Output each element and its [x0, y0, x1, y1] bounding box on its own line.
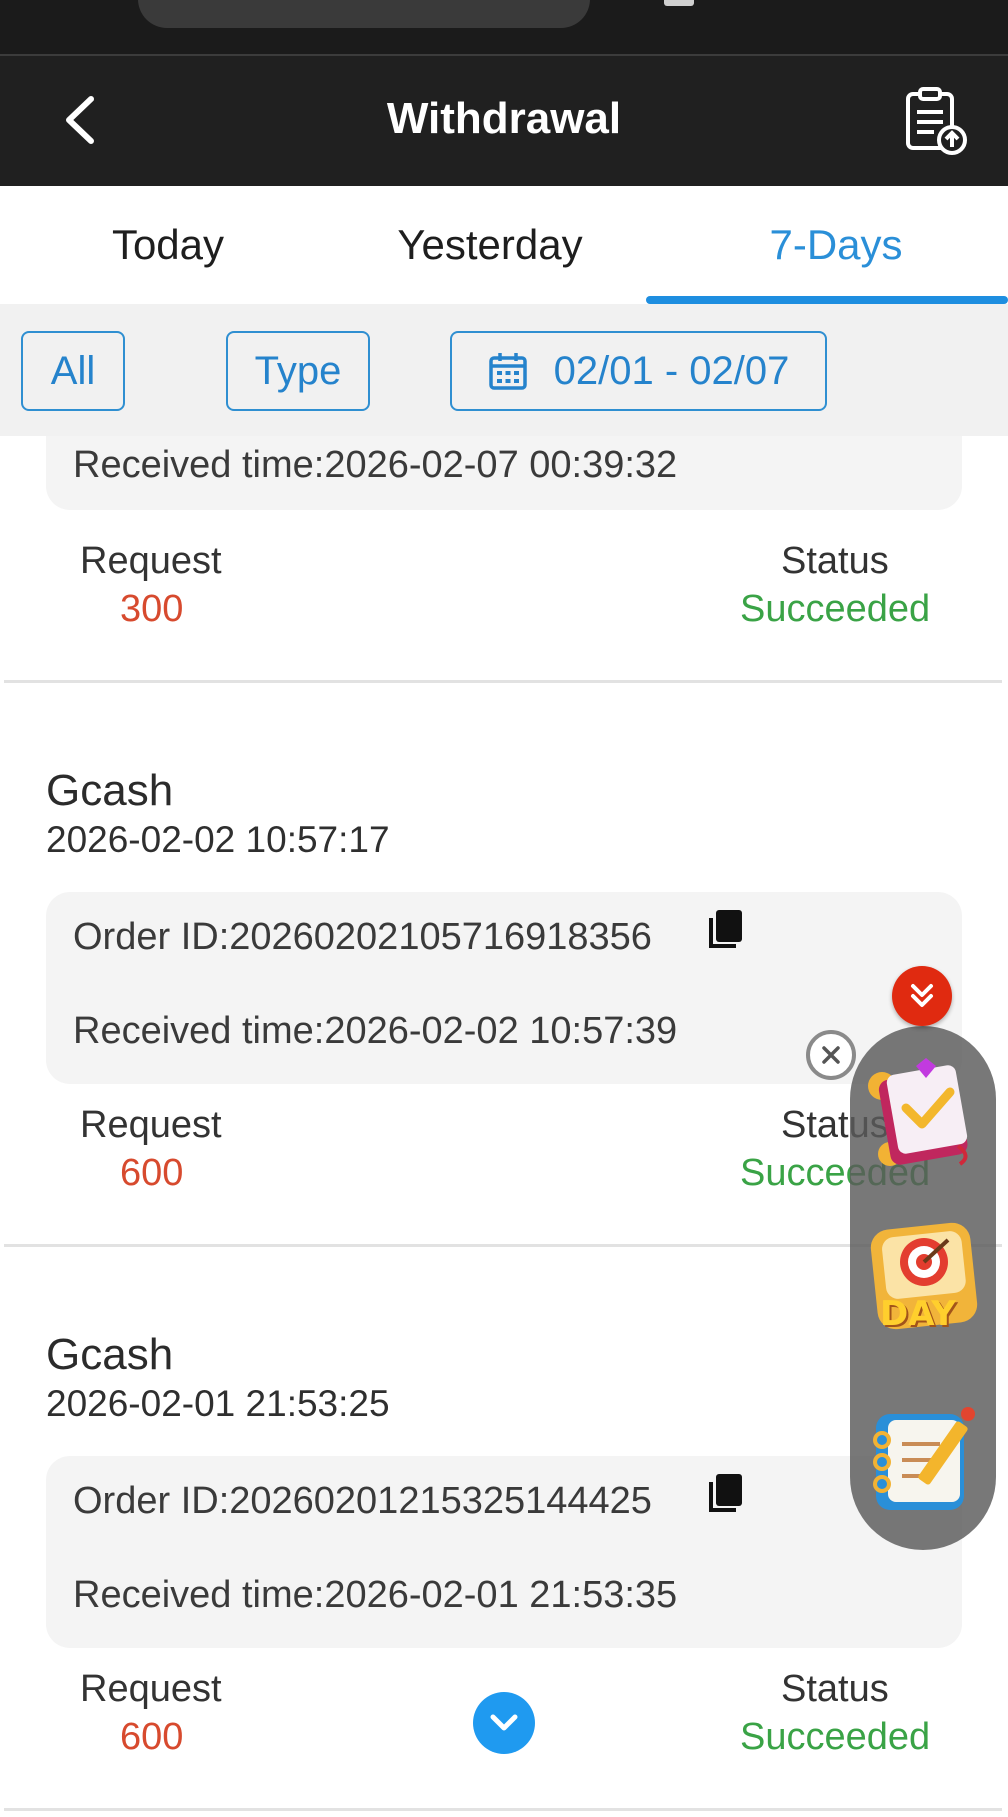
scroll-down-button[interactable]: [473, 1692, 535, 1754]
request-amount: 600: [120, 1152, 184, 1194]
record-detail-box: Received time:2026-02-07 00:39:32: [46, 436, 962, 510]
task-checklist-promo[interactable]: [862, 1050, 986, 1174]
status-indicator: [664, 0, 694, 6]
page-title: Withdrawal: [386, 94, 622, 143]
close-panel-button[interactable]: [806, 1030, 856, 1080]
record-detail-box: Order ID:20260201215325144425 Received t…: [46, 1456, 962, 1648]
status-bar: [0, 0, 1008, 54]
close-icon: [822, 1046, 840, 1064]
received-time: Received time:2026-02-02 10:57:39: [73, 1010, 678, 1052]
status-value: Succeeded: [740, 1716, 931, 1758]
status-value: Succeeded: [740, 588, 931, 630]
filter-type-button[interactable]: Type: [226, 331, 370, 411]
received-time: Received time:2026-02-07 00:39:32: [73, 444, 678, 486]
double-chevron-down-icon: [911, 984, 933, 1007]
period-tabs: Today Yesterday 7-Days: [0, 186, 1008, 304]
payment-method: Gcash: [46, 1330, 174, 1379]
collapse-panel-button[interactable]: [892, 966, 952, 1026]
status-label: Status: [781, 540, 889, 582]
request-label: Request: [80, 540, 222, 582]
app-header: Withdrawal: [0, 54, 1008, 186]
date-range-label: 02/01 - 02/07: [553, 348, 790, 393]
notebook-pencil-icon: [873, 1407, 975, 1510]
divider: [4, 680, 1002, 683]
copy-icon[interactable]: [706, 1472, 746, 1514]
tab-today[interactable]: Today: [0, 186, 336, 304]
request-amount: 600: [120, 1716, 184, 1758]
order-id: Order ID:20260202105716918356: [73, 916, 652, 958]
request-label: Request: [80, 1104, 222, 1146]
request-amount: 300: [120, 588, 184, 630]
filter-bar: All Type 02/01 - 02/07: [0, 304, 1008, 436]
notes-promo[interactable]: [862, 1400, 986, 1524]
checklist-icon: [868, 1058, 968, 1166]
report-clipboard-icon: [906, 87, 967, 155]
tab-7-days[interactable]: 7-Days: [646, 186, 1008, 304]
tab-yesterday[interactable]: Yesterday: [322, 186, 658, 304]
request-label: Request: [80, 1668, 222, 1710]
chevron-down-icon: [490, 1714, 518, 1731]
status-label: Status: [781, 1668, 889, 1710]
date-range-button[interactable]: 02/01 - 02/07: [450, 331, 827, 411]
request-datetime: 2026-02-01 21:53:25: [46, 1383, 390, 1424]
received-time: Received time:2026-02-01 21:53:35: [73, 1574, 678, 1616]
request-datetime: 2026-02-02 10:57:17: [46, 819, 390, 860]
order-id: Order ID:20260201215325144425: [73, 1480, 652, 1522]
copy-icon[interactable]: [706, 908, 746, 950]
camera-notch: [138, 0, 590, 28]
calendar-icon: [488, 353, 527, 390]
report-button[interactable]: [900, 86, 970, 156]
daily-target-promo[interactable]: DAY: [862, 1216, 986, 1340]
payment-method: Gcash: [46, 766, 174, 815]
day-badge-label: DAY: [880, 1294, 956, 1334]
filter-all-button[interactable]: All: [21, 331, 125, 411]
divider: [4, 1808, 1002, 1811]
